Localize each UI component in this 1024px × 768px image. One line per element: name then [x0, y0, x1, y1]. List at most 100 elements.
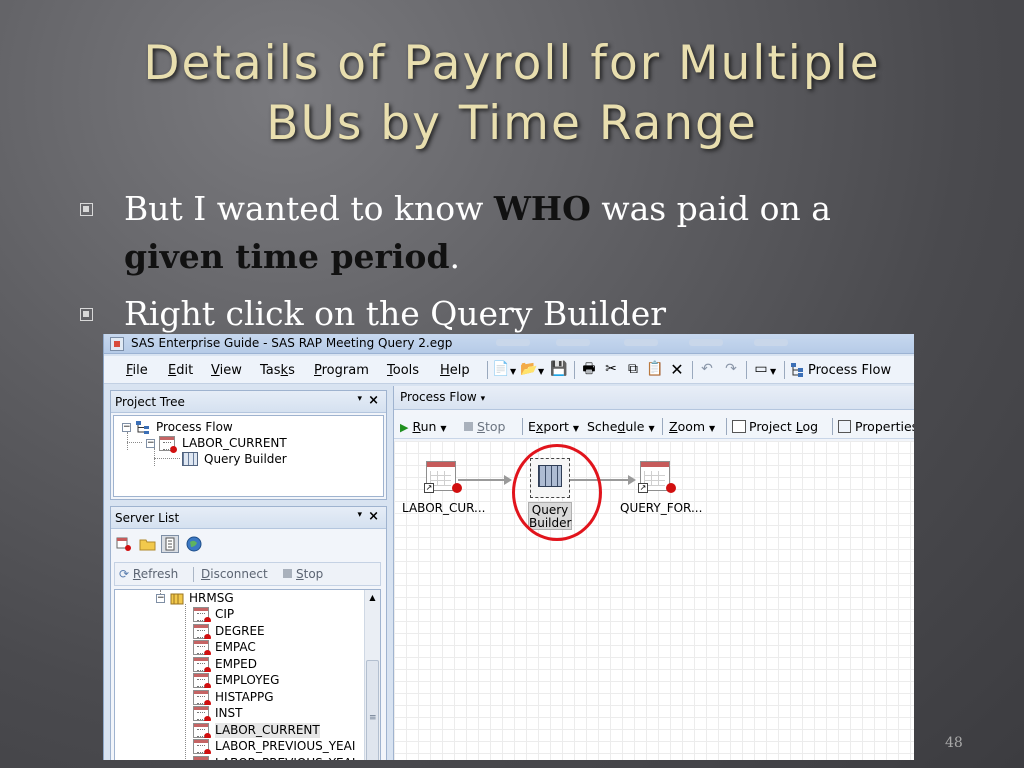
paste-icon[interactable]: 📋: [646, 361, 664, 378]
disconnect-button[interactable]: Disconnect: [201, 567, 268, 581]
bullet-marker-icon: [80, 203, 93, 216]
save-project-icon[interactable]: 💾: [550, 361, 568, 378]
status-dot-icon: [666, 483, 676, 493]
pane-menu-icon[interactable]: ▾: [357, 510, 362, 520]
folder-icon[interactable]: [139, 535, 157, 553]
query-builder-icon: [182, 452, 198, 466]
project-tree-title: Project Tree: [115, 395, 185, 409]
tree-item-process-flow[interactable]: − Process Flow: [122, 420, 322, 435]
flow-node-query-output[interactable]: ↗ QUERY_FOR...: [620, 461, 720, 521]
chevron-down-icon: ▼: [648, 424, 655, 433]
chevron-down-icon[interactable]: ▼: [538, 367, 544, 376]
table-icon: [193, 623, 211, 639]
undo-icon[interactable]: ↶: [698, 361, 716, 378]
tree-item-labor-current[interactable]: − LABOR_CURRENT: [146, 436, 346, 453]
bullet-1-period: .: [449, 237, 461, 276]
server-table-item[interactable]: LABOR_CURRENT: [193, 722, 368, 738]
menu-tasks[interactable]: Tasks: [260, 363, 295, 378]
collapse-icon[interactable]: −: [122, 423, 131, 432]
refresh-button[interactable]: ⟳ Refresh: [119, 567, 178, 581]
close-icon[interactable]: ×: [368, 509, 379, 524]
project-log-button[interactable]: Project Log: [732, 419, 818, 434]
server-table-label: LABOR_CURRENT: [215, 722, 320, 738]
stop-icon: [283, 569, 292, 578]
collapse-icon[interactable]: −: [156, 594, 165, 603]
chevron-down-icon: ▼: [440, 424, 447, 433]
window-layout-icon[interactable]: ▭: [752, 361, 770, 378]
bullet-1-text: But I wanted to know: [124, 189, 494, 228]
new-item-icon[interactable]: 📄: [492, 361, 510, 378]
table-icon: [159, 436, 177, 453]
cut-icon[interactable]: ✂: [602, 361, 620, 378]
toolbar-process-flow[interactable]: Process Flow: [808, 363, 891, 378]
server-table-label: HISTAPPG: [215, 689, 274, 704]
server-table-item[interactable]: EMPAC: [193, 640, 368, 655]
menu-view[interactable]: View: [211, 363, 242, 378]
run-button[interactable]: ▶ Run ▼: [400, 419, 447, 434]
server-table-label: EMPAC: [215, 640, 256, 654]
tree-item-query-builder[interactable]: Query Builder: [182, 452, 352, 467]
table-icon: [193, 656, 211, 672]
file-list-icon[interactable]: [161, 535, 179, 553]
server-tree: − HRMSG CIP DEGREE EMPAC EMPED EMPLOYEG HISTA…: [114, 589, 381, 760]
highlight-circle: [512, 444, 602, 541]
server-icon[interactable]: [115, 535, 133, 553]
server-list-actions: ⟳ Refresh Disconnect Stop: [114, 562, 381, 586]
schedule-button[interactable]: Schedule ▼: [587, 419, 655, 434]
menu-help[interactable]: Help: [440, 363, 470, 378]
redo-icon[interactable]: ↷: [722, 361, 740, 378]
window-titlebar: SAS Enterprise Guide - SAS RAP Meeting Q…: [104, 334, 914, 354]
copy-icon[interactable]: ⧉: [624, 361, 642, 378]
pane-menu-icon[interactable]: ▾: [357, 394, 362, 404]
slide-title-line-2: BUs by Time Range: [266, 96, 758, 151]
server-table-item[interactable]: DEGREE: [193, 623, 368, 639]
zoom-button[interactable]: Zoom ▼: [669, 419, 715, 434]
sas-app-icon: [110, 337, 124, 351]
globe-icon[interactable]: [185, 535, 203, 553]
table-icon: [193, 640, 211, 655]
scroll-up-icon[interactable]: ▲: [365, 590, 380, 605]
delete-icon[interactable]: ✕: [668, 361, 686, 378]
server-table-label: EMPED: [215, 656, 257, 671]
scroll-thumb[interactable]: ≡: [366, 660, 379, 760]
tab-process-flow[interactable]: Process Flow ▾: [400, 390, 485, 404]
process-flow-tabbar: Process Flow ▾: [394, 386, 914, 410]
collapse-icon[interactable]: −: [146, 439, 155, 448]
chevron-down-icon[interactable]: ▼: [510, 367, 516, 376]
server-table-item[interactable]: EMPLOYEG: [193, 673, 368, 688]
stop-flow-button[interactable]: Stop: [464, 419, 505, 434]
process-flow-icon[interactable]: [790, 361, 808, 378]
server-table-item[interactable]: LABOR_PREVIOUS_YEAI: [193, 739, 368, 754]
menu-program[interactable]: Program: [314, 363, 369, 378]
server-table-item[interactable]: HISTAPPG: [193, 689, 368, 705]
print-icon[interactable]: 🖶: [580, 361, 598, 378]
server-table-item[interactable]: INST: [193, 706, 368, 721]
shortcut-arrow-icon: ↗: [638, 483, 648, 493]
process-flow-icon: [136, 421, 152, 434]
server-table-item[interactable]: EMPED: [193, 656, 368, 672]
menu-file[interactable]: File: [126, 363, 148, 378]
server-table-item[interactable]: LABOR_PREVIOUS_YEAI: [193, 755, 368, 760]
process-flow-canvas[interactable]: ↗ LABOR_CUR... Query Builder ↗ QUERY_FOR.…: [394, 441, 914, 760]
export-button[interactable]: Export ▼: [528, 419, 579, 434]
server-table-label: DEGREE: [215, 623, 265, 638]
tree-item-label: LABOR_CURRENT: [182, 436, 287, 450]
close-icon[interactable]: ×: [368, 393, 379, 408]
server-table-item[interactable]: CIP: [193, 607, 368, 622]
project-tree: − Process Flow − LABOR_CURRENT Query Bui…: [113, 415, 384, 497]
flow-node-label: LABOR_CUR...: [402, 501, 486, 515]
open-folder-icon[interactable]: 📂: [520, 361, 538, 378]
slide-title: Details of Payroll for Multiple BUs by T…: [60, 34, 964, 154]
menu-edit[interactable]: Edit: [168, 363, 193, 378]
flow-node-label: QUERY_FOR...: [620, 501, 703, 515]
properties-button[interactable]: Properties: [838, 419, 914, 434]
chevron-down-icon[interactable]: ▼: [770, 367, 776, 376]
table-icon: [193, 607, 211, 622]
flow-node-labor-current[interactable]: ↗ LABOR_CUR...: [402, 461, 492, 521]
server-list-scrollbar[interactable]: ▲ ≡: [364, 590, 380, 760]
menu-tools[interactable]: Tools: [387, 363, 419, 378]
window-title: SAS Enterprise Guide - SAS RAP Meeting Q…: [131, 336, 453, 350]
library-icon: [169, 591, 185, 610]
stop-button[interactable]: Stop: [283, 567, 323, 581]
tree-item-hrmsg[interactable]: − HRMSG: [156, 591, 356, 606]
